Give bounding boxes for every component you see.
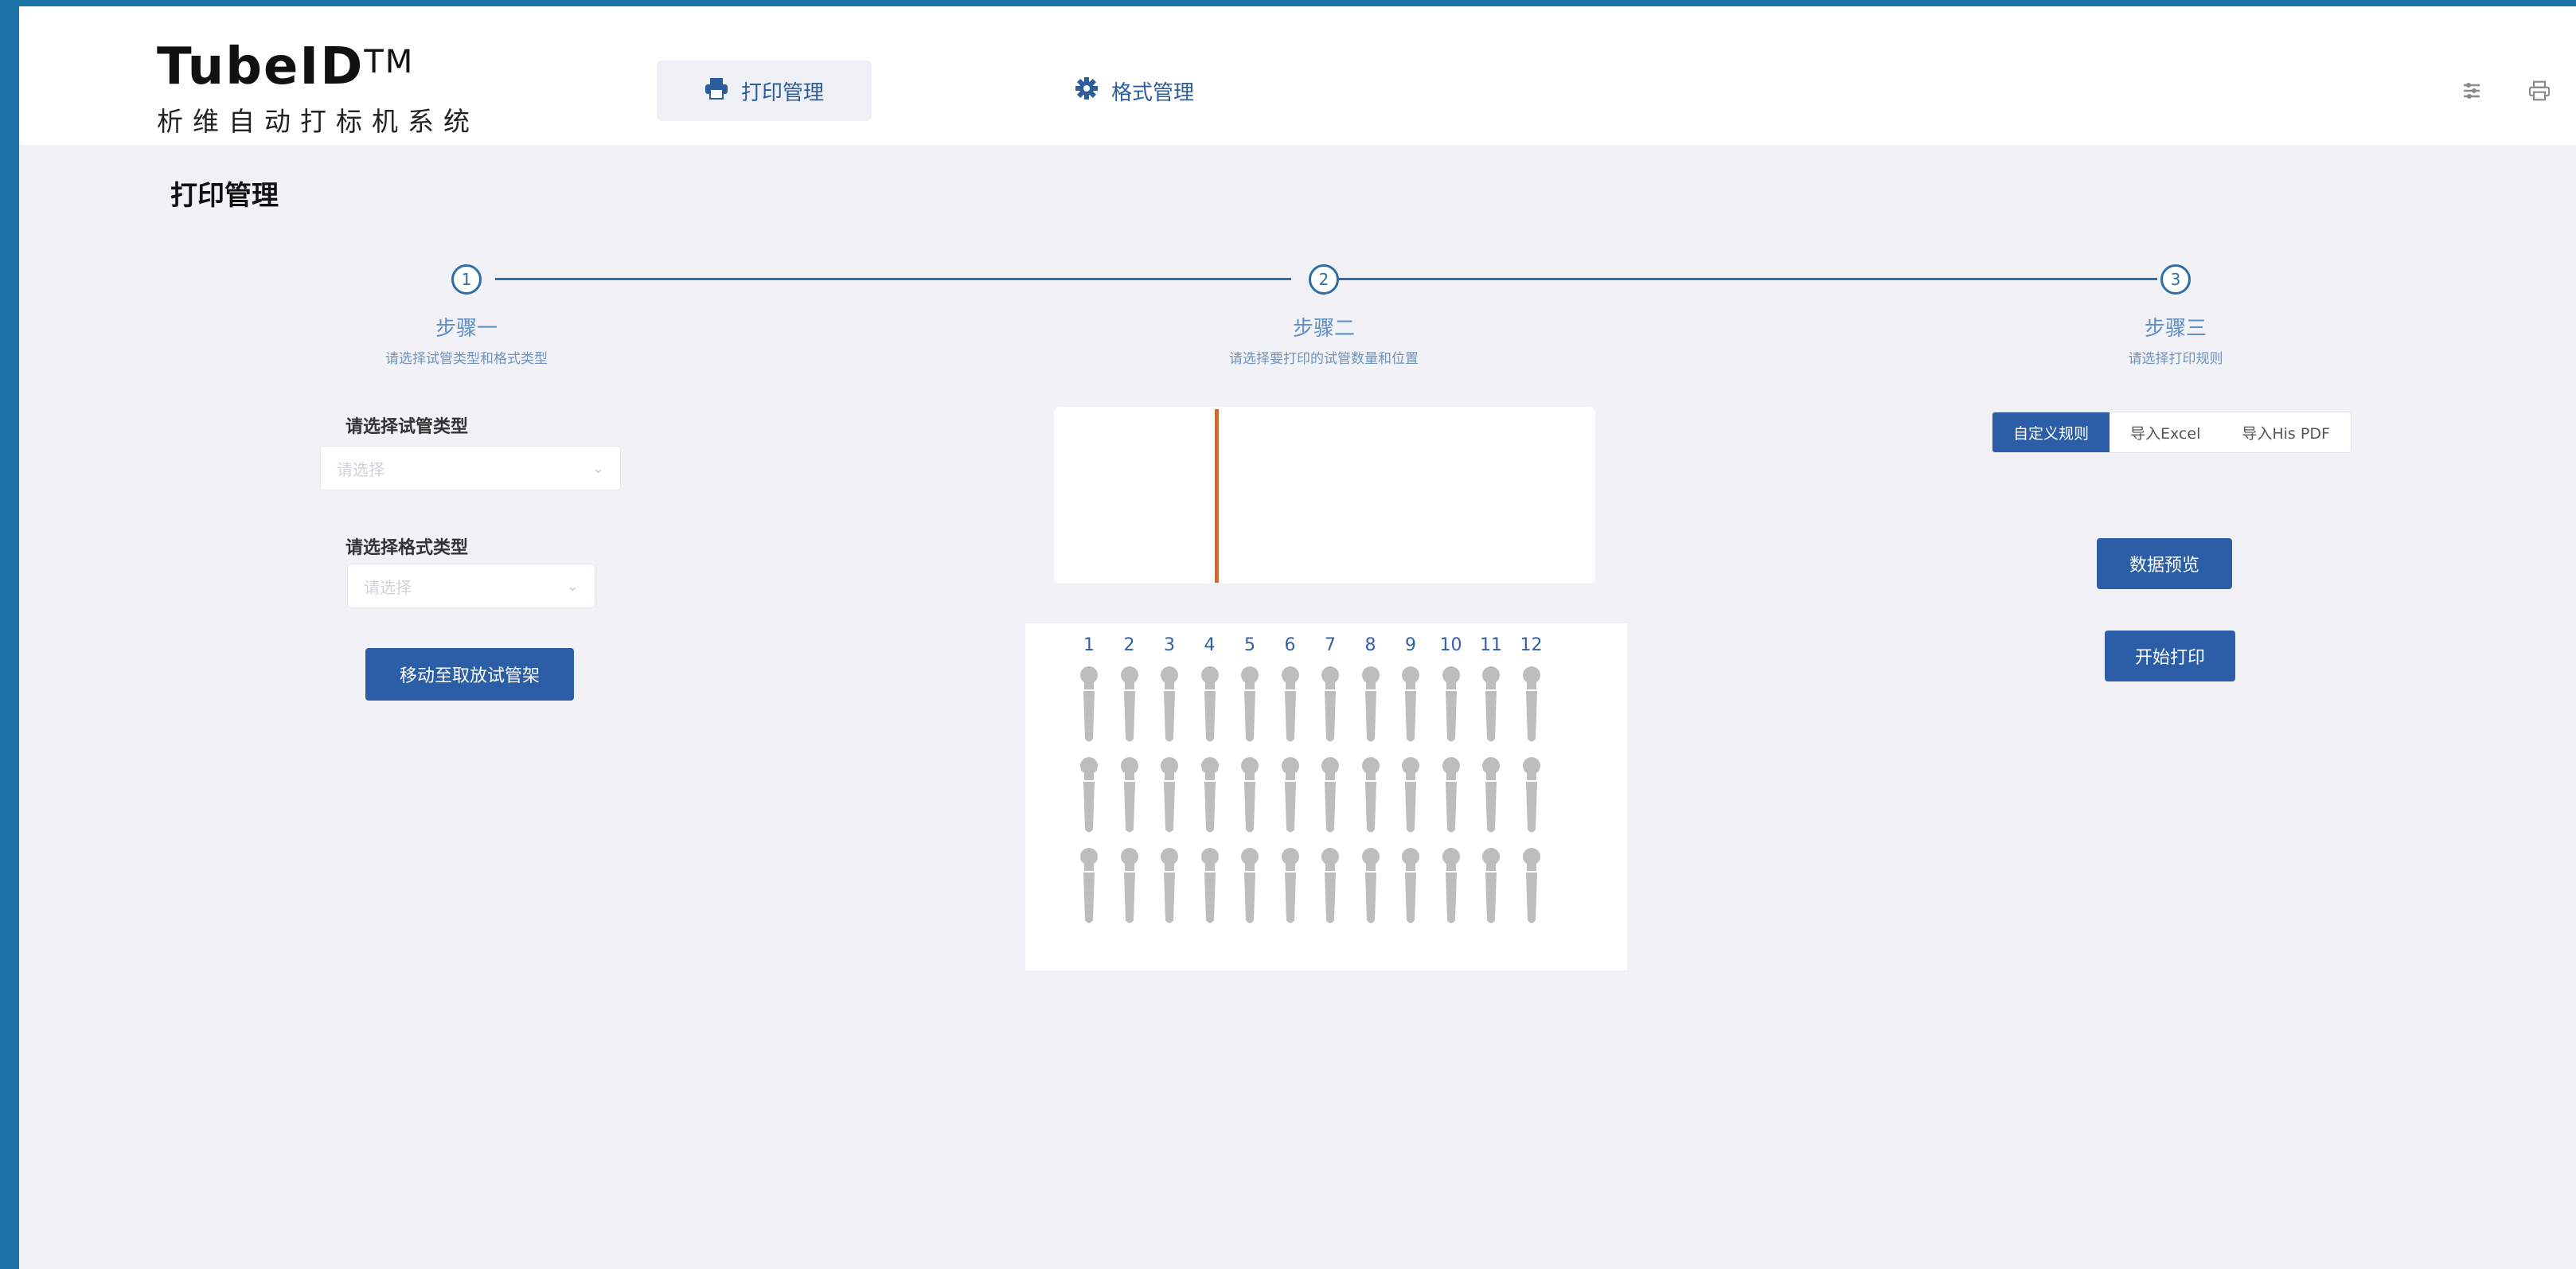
rule-tabs: 自定义规则 导入Excel 导入His PDF — [1992, 412, 2352, 453]
tube-slot[interactable] — [1359, 756, 1383, 836]
printer-icon — [704, 77, 728, 105]
tube-type-label: 请选择试管类型 — [345, 417, 469, 437]
tube-slot[interactable] — [1439, 847, 1463, 927]
rack-column-number: 11 — [1480, 635, 1502, 655]
format-type-label: 请选择格式类型 — [345, 538, 469, 558]
tube-slot[interactable] — [1198, 756, 1222, 836]
settings-sliders-icon[interactable] — [2457, 76, 2486, 105]
step-2-indicator: 2 — [1309, 264, 1339, 295]
tube-slot[interactable] — [1238, 756, 1262, 836]
data-preview-button[interactable]: 数据预览 — [2097, 538, 2232, 589]
step-1-indicator: 1 — [451, 264, 482, 295]
tube-slot[interactable] — [1118, 666, 1142, 745]
tube-slot[interactable] — [1520, 666, 1544, 745]
tube-slot[interactable] — [1318, 756, 1342, 836]
tube-slot[interactable] — [1520, 756, 1544, 836]
step-2-title: 步骤二 — [1292, 317, 1355, 341]
rack-column-number: 1 — [1083, 635, 1095, 655]
tube-slot[interactable] — [1077, 847, 1101, 927]
logo-subtitle: 析维自动打标机系统 — [157, 106, 479, 137]
tube-slot[interactable] — [1399, 756, 1423, 836]
chevron-down-icon: ⌄ — [566, 577, 579, 595]
tube-slot[interactable] — [1439, 756, 1463, 836]
tube-slot[interactable] — [1318, 666, 1342, 745]
logo-trademark: TM — [364, 44, 415, 80]
logo-main: TubeID — [157, 37, 365, 96]
tube-slot[interactable] — [1198, 666, 1222, 745]
tube-type-placeholder: 请选择 — [337, 459, 384, 479]
tube-slot[interactable] — [1520, 847, 1544, 927]
step-connector-2 — [1328, 278, 2157, 280]
tube-slot[interactable] — [1479, 756, 1503, 836]
nav-print-label: 打印管理 — [740, 80, 824, 105]
rack-column-number: 10 — [1439, 635, 1462, 655]
printer-icon[interactable] — [2525, 76, 2554, 105]
step-connector-1 — [495, 278, 1291, 280]
logo: TubeIDTM — [157, 41, 414, 92]
tube-slot[interactable] — [1238, 666, 1262, 745]
rack-column-number: 5 — [1244, 635, 1255, 655]
format-type-select[interactable]: 请选择 ⌄ — [347, 564, 595, 608]
step-3-title: 步骤三 — [2144, 317, 2207, 341]
format-type-placeholder: 请选择 — [364, 577, 412, 597]
top-header: TubeIDTM 析维自动打标机系统 打印管理 格式管理 — [19, 6, 2576, 145]
tab-import-excel[interactable]: 导入Excel — [2110, 412, 2221, 452]
tube-slot[interactable] — [1077, 666, 1101, 745]
tube-slot[interactable] — [1278, 847, 1302, 927]
rack-column-number: 6 — [1284, 635, 1296, 655]
step-3-indicator: 3 — [2160, 264, 2191, 295]
tube-slot[interactable] — [1198, 847, 1222, 927]
tube-slot[interactable] — [1118, 847, 1142, 927]
step-1-description: 请选择试管类型和格式类型 — [385, 351, 548, 367]
tab-custom-rule[interactable]: 自定义规则 — [1992, 412, 2110, 452]
tube-slot[interactable] — [1278, 756, 1302, 836]
nav-format-label: 格式管理 — [1111, 80, 1195, 105]
tube-slot[interactable] — [1157, 756, 1181, 836]
tube-slot[interactable] — [1359, 666, 1383, 745]
start-print-button[interactable]: 开始打印 — [2105, 631, 2235, 681]
step-2-description: 请选择要打印的试管数量和位置 — [1229, 351, 1419, 367]
chevron-down-icon: ⌄ — [591, 459, 604, 477]
step-3-description: 请选择打印规则 — [2128, 351, 2223, 367]
tube-slot[interactable] — [1399, 666, 1423, 745]
page-title: 打印管理 — [170, 180, 279, 212]
tube-slot[interactable] — [1278, 666, 1302, 745]
tab-import-his-pdf[interactable]: 导入His PDF — [2221, 412, 2351, 452]
tube-slot[interactable] — [1479, 666, 1503, 745]
tube-slot[interactable] — [1399, 847, 1423, 927]
tube-slot[interactable] — [1318, 847, 1342, 927]
label-preview-area — [1054, 407, 1595, 584]
tube-type-select[interactable]: 请选择 ⌄ — [320, 446, 621, 490]
tube-slot[interactable] — [1479, 847, 1503, 927]
rack-column-number: 4 — [1204, 635, 1216, 655]
rack-column-number: 8 — [1364, 635, 1376, 655]
tube-slot[interactable] — [1238, 847, 1262, 927]
tube-slot[interactable] — [1118, 756, 1142, 836]
move-to-rack-button[interactable]: 移动至取放试管架 — [365, 648, 574, 701]
tube-slot[interactable] — [1157, 847, 1181, 927]
rack-column-number: 9 — [1405, 635, 1416, 655]
step-1-title: 步骤一 — [435, 317, 498, 341]
tube-slot[interactable] — [1157, 666, 1181, 745]
gear-icon — [1075, 76, 1099, 106]
rack-column-number: 12 — [1520, 635, 1543, 655]
app-frame: TubeIDTM 析维自动打标机系统 打印管理 格式管理 打印管理 1 2 3 … — [0, 0, 2576, 1269]
rack-column-number: 3 — [1164, 635, 1175, 655]
tube-slot[interactable] — [1359, 847, 1383, 927]
nav-format-management[interactable]: 格式管理 — [1075, 61, 1194, 121]
nav-print-management[interactable]: 打印管理 — [657, 61, 872, 121]
print-position-marker — [1215, 409, 1219, 583]
tube-slot[interactable] — [1077, 756, 1101, 836]
rack-column-number: 2 — [1123, 635, 1135, 655]
rack-column-number: 7 — [1325, 635, 1336, 655]
tube-slot[interactable] — [1439, 666, 1463, 745]
